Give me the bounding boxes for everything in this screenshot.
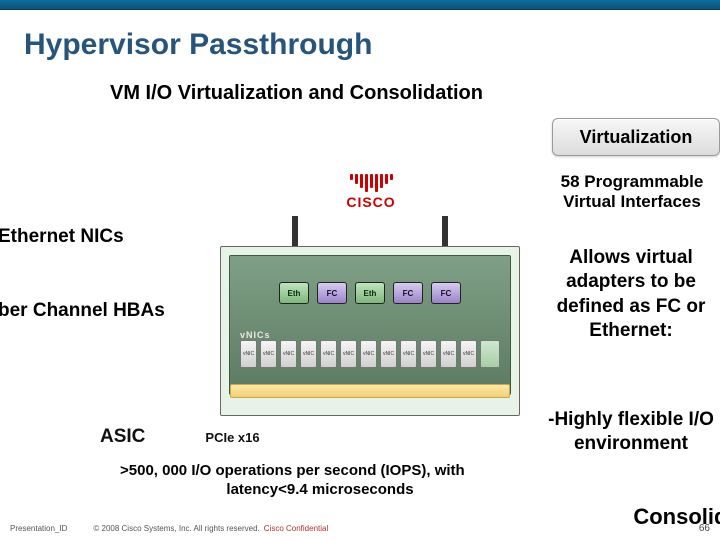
pcie-label: PCIe x16 (205, 430, 259, 445)
flexible-io-text: -Highly flexible I/O environment (538, 408, 720, 457)
programmable-vifs-text: 58 Programmable Virtual Interfaces (542, 172, 720, 213)
chassis-bus-strip (230, 384, 510, 398)
port-fc: FC (431, 282, 461, 304)
asic-label: ASIC (100, 426, 145, 448)
performance-text: >500, 000 I/O operations per second (IOP… (120, 462, 520, 500)
vnic-row: vNIC vNIC vNIC vNIC vNIC vNIC vNIC vNIC … (240, 340, 500, 368)
vnic-card: vNIC (300, 340, 317, 368)
cisco-wordmark: CISCO (326, 194, 416, 210)
presentation-id: Presentation_ID (10, 524, 67, 533)
port-fc: FC (317, 282, 347, 304)
port-row: Eth FC Eth FC FC (240, 282, 500, 304)
subtitle-row: VM I/O Virtualization and Consolidation (24, 82, 696, 105)
cisco-logo: CISCO (326, 174, 416, 210)
slide-subtitle: VM I/O Virtualization and Consolidation (110, 82, 483, 105)
port-fc: FC (393, 282, 423, 304)
port-eth: Eth (355, 282, 385, 304)
virtualization-label: Virtualization (580, 127, 693, 148)
chassis-outer: Eth FC Eth FC FC vNICs vNIC vNIC vNIC vN… (220, 246, 520, 416)
vnic-card: vNIC (460, 340, 477, 368)
standoff-icon (442, 216, 448, 246)
vnic-card: vNIC (320, 340, 337, 368)
vnic-card: vNIC (380, 340, 397, 368)
port-eth: Eth (279, 282, 309, 304)
slide-title: Hypervisor Passthrough (24, 28, 696, 62)
fibre-channel-hbas-label: ber Channel HBAs (0, 300, 165, 322)
confidential-text: Cisco Confidential (264, 524, 328, 533)
allows-adapters-text: Allows virtual adapters to be defined as… (536, 246, 720, 343)
top-accent-bar (0, 0, 720, 10)
perf-line-1: >500, 000 I/O operations per second (IOP… (120, 462, 465, 479)
cisco-bars-icon (326, 174, 416, 192)
vnic-card: vNIC (400, 340, 417, 368)
adapter-diagram: Eth FC Eth FC FC vNICs vNIC vNIC vNIC vN… (220, 246, 520, 416)
slide-body: Hypervisor Passthrough VM I/O Virtualiza… (0, 10, 720, 540)
perf-line-2: latency<9.4 microseconds (120, 481, 520, 500)
vnic-card: vNIC (340, 340, 357, 368)
vnic-card: vNIC (420, 340, 437, 368)
standoffs (220, 216, 520, 246)
standoff-icon (292, 216, 298, 246)
vnic-card: vNIC (440, 340, 457, 368)
chassis-inner: Eth FC Eth FC FC vNICs vNIC vNIC vNIC vN… (229, 255, 511, 395)
vnic-card: vNIC (280, 340, 297, 368)
vnic-card: vNIC (240, 340, 257, 368)
vnic-card: vNIC (360, 340, 377, 368)
ethernet-nics-label: Ethernet NICs (0, 226, 124, 248)
virtualization-pill: Virtualization (552, 118, 720, 156)
vnics-label: vNICs (240, 330, 271, 340)
asic-pcie-row: ASIC PCIe x16 (100, 426, 520, 448)
cutoff-consolidation-text: Consolidation (633, 504, 720, 530)
vnic-card: vNIC (260, 340, 277, 368)
vnic-card-special (480, 340, 500, 368)
slide-footer: Presentation_ID © 2008 Cisco Systems, In… (0, 523, 720, 534)
copyright-text: © 2008 Cisco Systems, Inc. All rights re… (93, 524, 259, 533)
